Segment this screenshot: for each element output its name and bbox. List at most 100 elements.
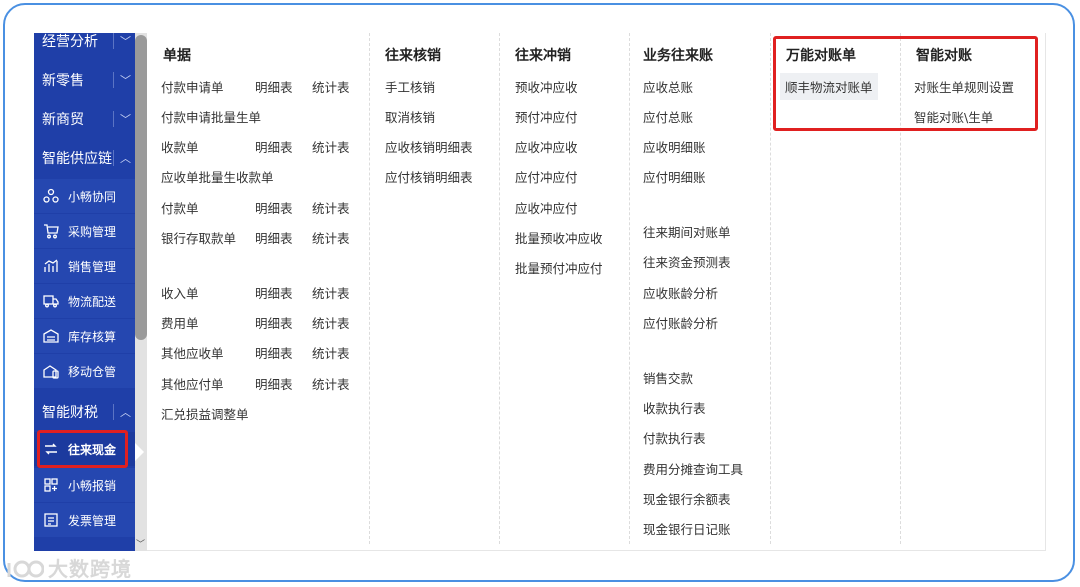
menu-link[interactable]: 应收账龄分析	[643, 283, 718, 302]
invoice-icon	[42, 511, 60, 529]
detail-report-link[interactable]: 明细表	[255, 374, 293, 393]
active-item-highlight-box	[37, 430, 128, 468]
menu-link[interactable]: 应收明细账	[643, 137, 706, 156]
menu-link[interactable]: 应收总账	[643, 77, 693, 96]
warehouse-icon	[42, 327, 60, 345]
sidebar-item-mobile-warehouse[interactable]: 移动仓管	[34, 354, 135, 388]
menu-link[interactable]: 应付账龄分析	[643, 313, 718, 332]
detail-report-link[interactable]: 明细表	[255, 343, 293, 362]
nav-group-new-trade[interactable]: 新商贸 ﹀	[34, 101, 135, 137]
document-link[interactable]: 其他应付单	[161, 374, 224, 393]
column-title: 往来冲销	[515, 48, 571, 64]
watermark: 大数跨境	[6, 553, 132, 582]
nav-group-new-retail[interactable]: 新零售 ﹀	[34, 62, 135, 98]
detail-report-link[interactable]: 明细表	[255, 228, 293, 247]
stats-report-link[interactable]: 统计表	[312, 137, 350, 156]
column-title: 单据	[163, 48, 191, 64]
document-link[interactable]: 其他应收单	[161, 343, 224, 362]
chart-icon	[42, 257, 60, 275]
scroll-down-arrow-icon[interactable]: ﹀	[136, 540, 145, 550]
chevron-up-icon: ︿	[113, 150, 131, 166]
document-link[interactable]: 银行存取款单	[161, 228, 236, 247]
menu-link[interactable]: 批量预收冲应收	[515, 228, 603, 247]
menu-column-ledger: 业务往来账 应收总账 应付总账 应收明细账 应付明细账 往来期间对账单 往来资金…	[629, 33, 771, 544]
menu-column-documents: 单据 付款申请单 明细表 统计表 付款申请批量生单 收款单 明细表 统计表 应收单批量生收款单…	[147, 33, 370, 544]
column-title: 往来核销	[385, 48, 441, 64]
menu-link[interactable]: 付款执行表	[643, 428, 706, 447]
menu-link[interactable]: 应付明细账	[643, 167, 706, 186]
menu-link[interactable]: 取消核销	[385, 107, 435, 126]
stats-report-link[interactable]: 统计表	[312, 343, 350, 362]
menu-link[interactable]: 费用分摊查询工具	[643, 459, 743, 478]
collab-icon	[42, 187, 60, 205]
document-link[interactable]: 应收单批量生收款单	[161, 167, 274, 186]
sidebar-item-label: 小畅协同	[68, 189, 117, 204]
menu-link[interactable]: 预收冲应收	[515, 77, 578, 96]
menu-column-writeoff: 往来核销 手工核销 取消核销 应收核销明细表 应付核销明细表	[369, 33, 500, 544]
sidebar-scrollbar-thumb[interactable]	[135, 35, 147, 340]
stats-report-link[interactable]: 统计表	[312, 313, 350, 332]
nav-group-label: 新商贸	[42, 112, 84, 128]
sidebar-item-label: 物流配送	[68, 294, 117, 309]
stats-report-link[interactable]: 统计表	[312, 228, 350, 247]
sidebar-item-collab[interactable]: 小畅协同	[34, 179, 135, 213]
column-title: 业务往来账	[643, 48, 713, 64]
menu-link[interactable]: 现金银行日记账	[643, 519, 731, 538]
callout-highlight-box	[773, 36, 1038, 131]
detail-report-link[interactable]: 明细表	[255, 313, 293, 332]
document-link[interactable]: 付款单	[161, 198, 199, 217]
sidebar-item-invoice[interactable]: 发票管理	[34, 503, 135, 537]
document-link[interactable]: 付款申请单	[161, 77, 224, 96]
menu-link[interactable]: 预付冲应付	[515, 107, 578, 126]
stats-report-link[interactable]: 统计表	[312, 198, 350, 217]
menu-link[interactable]: 应收冲应付	[515, 198, 578, 217]
sidebar-item-inventory[interactable]: 库存核算	[34, 319, 135, 353]
menu-link[interactable]: 现金银行余额表	[643, 489, 731, 508]
menu-link[interactable]: 应付总账	[643, 107, 693, 126]
chevron-down-icon: ﹀	[113, 111, 131, 127]
document-link[interactable]: 费用单	[161, 313, 199, 332]
document-link[interactable]: 收入单	[161, 283, 199, 302]
chevron-down-icon: ﹀	[113, 33, 131, 49]
sidebar-item-label: 库存核算	[68, 329, 117, 344]
sidebar-item-label: 移动仓管	[68, 364, 117, 379]
truck-icon	[42, 292, 60, 310]
watermark-logo-icon	[7, 560, 44, 577]
menu-link[interactable]: 应付核销明细表	[385, 167, 473, 186]
mobile-warehouse-icon	[42, 362, 60, 380]
nav-group-smart-supply-chain[interactable]: 智能供应链 ︿	[34, 140, 135, 176]
menu-link[interactable]: 手工核销	[385, 77, 435, 96]
menu-column-offset: 往来冲销 预收冲应收 预付冲应付 应收冲应收 应付冲应付 应收冲应付 批量预收冲…	[499, 33, 630, 544]
grid-icon	[42, 476, 60, 494]
stats-report-link[interactable]: 统计表	[312, 283, 350, 302]
detail-report-link[interactable]: 明细表	[255, 283, 293, 302]
chevron-up-icon: ︿	[113, 404, 131, 420]
nav-group-smart-finance-tax[interactable]: 智能财税 ︿	[34, 394, 135, 430]
sidebar-item-logistics[interactable]: 物流配送	[34, 284, 135, 318]
menu-link[interactable]: 应收核销明细表	[385, 137, 473, 156]
nav-group-label: 智能财税	[42, 405, 98, 421]
stats-report-link[interactable]: 统计表	[312, 374, 350, 393]
menu-link[interactable]: 往来期间对账单	[643, 222, 731, 241]
document-link[interactable]: 收款单	[161, 137, 199, 156]
detail-report-link[interactable]: 明细表	[255, 77, 293, 96]
sidebar: 经营分析 ﹀ 新零售 ﹀ 新商贸 ﹀ 智能供应链 ︿ 小畅协同 采购管理 销售管…	[34, 33, 135, 551]
stats-report-link[interactable]: 统计表	[312, 77, 350, 96]
cart-icon	[42, 222, 60, 240]
active-item-pointer	[135, 443, 144, 461]
sidebar-item-purchase[interactable]: 采购管理	[34, 214, 135, 248]
sidebar-item-label: 销售管理	[68, 259, 117, 274]
menu-link[interactable]: 批量预付冲应付	[515, 258, 603, 277]
detail-report-link[interactable]: 明细表	[255, 137, 293, 156]
document-link[interactable]: 付款申请批量生单	[161, 107, 261, 126]
menu-link[interactable]: 应收冲应收	[515, 137, 578, 156]
document-link[interactable]: 汇兑损益调整单	[161, 404, 249, 423]
sidebar-item-sales[interactable]: 销售管理	[34, 249, 135, 283]
menu-link[interactable]: 应付冲应付	[515, 167, 578, 186]
sidebar-item-reimbursement[interactable]: 小畅报销	[34, 468, 135, 502]
menu-link[interactable]: 销售交款	[643, 368, 693, 387]
menu-link[interactable]: 收款执行表	[643, 398, 706, 417]
detail-report-link[interactable]: 明细表	[255, 198, 293, 217]
menu-link[interactable]: 往来资金预测表	[643, 252, 731, 271]
nav-group-business-analysis[interactable]: 经营分析 ﹀	[34, 33, 135, 59]
